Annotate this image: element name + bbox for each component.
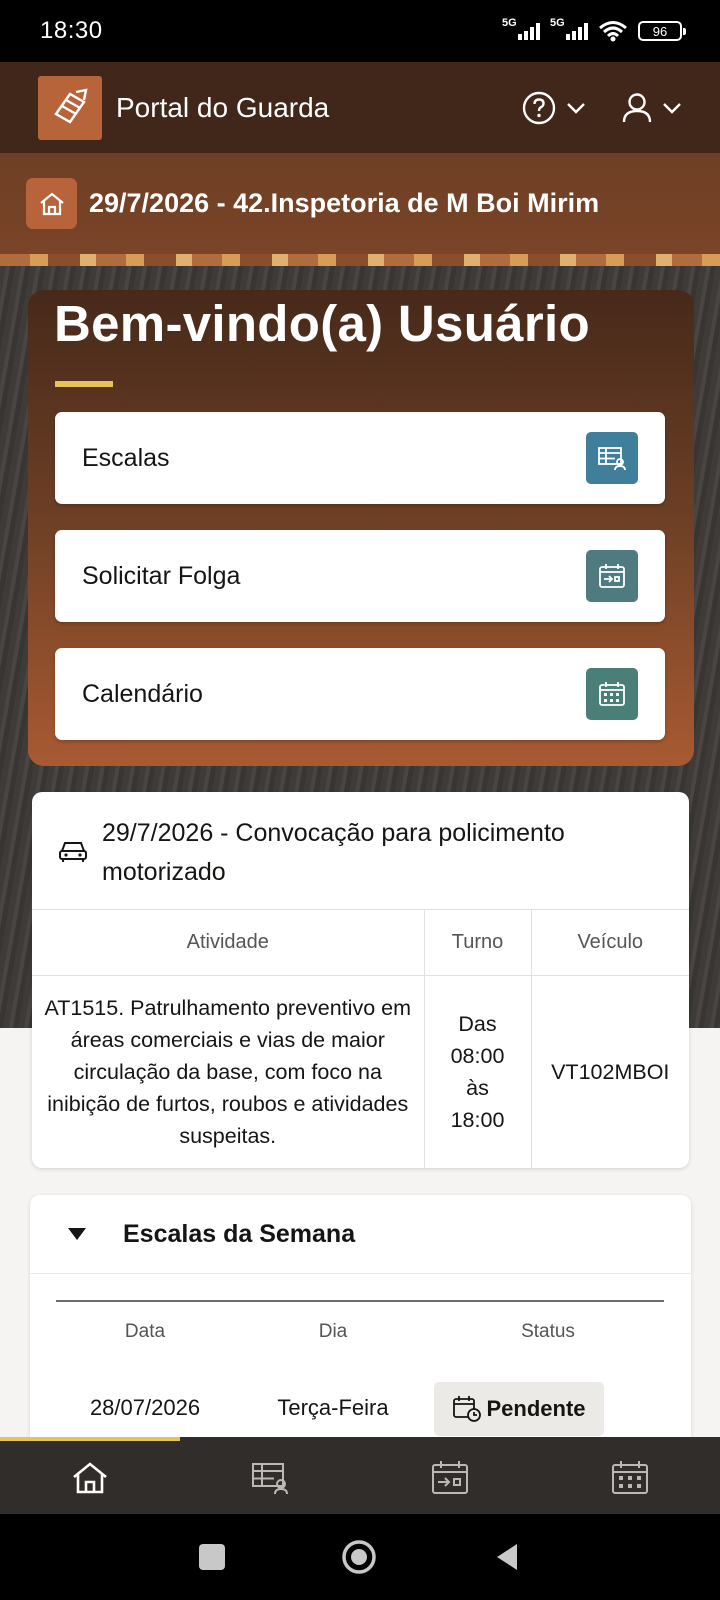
signal-icon: 5G xyxy=(502,17,540,40)
wifi-icon xyxy=(599,21,627,42)
shift-line: 08:00 xyxy=(450,1044,505,1069)
home-icon xyxy=(39,192,64,215)
app-logo[interactable] xyxy=(38,75,102,140)
status-icons: 5G 5G 96 xyxy=(502,17,686,42)
solicitar-folga-button[interactable]: Solicitar Folga xyxy=(55,530,665,622)
nav-home[interactable] xyxy=(0,1441,180,1514)
convocation-title: 29/7/2026 - Convocação para policimento … xyxy=(102,819,565,886)
table-row: AT1515. Patrulhamento preventivo em área… xyxy=(32,975,689,1168)
car-icon xyxy=(59,842,87,862)
heading-accent-bar xyxy=(55,381,113,387)
recent-apps-button[interactable] xyxy=(199,1544,225,1570)
status-text: Pendente xyxy=(486,1396,586,1421)
back-triangle-icon[interactable] xyxy=(493,1542,521,1572)
column-header: Atividade xyxy=(32,909,424,976)
weekly-schedule-title: Escalas da Semana xyxy=(123,1219,356,1248)
calendario-button[interactable]: Calendário xyxy=(55,648,665,740)
status-badge[interactable]: Pendente xyxy=(434,1382,604,1436)
nav-solicitar-folga[interactable] xyxy=(360,1441,540,1514)
breadcrumb: 29/7/2026 - 42.Inspetoria de M Boi Mirim xyxy=(0,153,720,254)
battery-icon: 96 xyxy=(638,21,686,41)
activity-cell: AT1515. Patrulhamento preventivo em área… xyxy=(44,996,412,1149)
weekly-schedule-toggle[interactable]: Escalas da Semana xyxy=(30,1195,691,1274)
network-type-label: 5G xyxy=(502,16,517,29)
help-menu-button[interactable] xyxy=(522,91,586,125)
nav-escalas[interactable] xyxy=(180,1441,360,1514)
calendar-clock-icon xyxy=(453,1396,482,1422)
chevron-down-icon xyxy=(567,102,585,114)
schedule-icon xyxy=(586,432,638,484)
signal-icon: 5G xyxy=(550,17,588,40)
calendar-transfer-icon xyxy=(432,1460,468,1494)
app-header: Portal do Guarda xyxy=(0,62,720,153)
convocation-table: Atividade Turno Veículo AT1515. Patrulha… xyxy=(32,909,689,1168)
action-label: Calendário xyxy=(82,679,203,708)
escalas-button[interactable]: Escalas xyxy=(55,412,665,504)
bottom-nav xyxy=(0,1437,720,1514)
calendar-transfer-icon xyxy=(586,550,638,602)
home-icon xyxy=(73,1461,107,1493)
convocation-header: 29/7/2026 - Convocação para policimento … xyxy=(32,792,689,910)
shift-line: 18:00 xyxy=(450,1108,505,1133)
welcome-card: Bem-vindo(a) Usuário Escalas Solicitar F… xyxy=(28,290,694,766)
system-navigation-bar xyxy=(0,1514,720,1600)
breadcrumb-title: 29/7/2026 - 42.Inspetoria de M Boi Mirim xyxy=(89,188,600,218)
column-header: Dia xyxy=(318,1321,348,1342)
weekday-cell: Terça-Feira xyxy=(277,1395,389,1420)
home-circle-icon[interactable] xyxy=(341,1539,377,1575)
status-bar: 18:30 5G 5G 96 xyxy=(0,0,720,62)
chevron-down-icon xyxy=(663,102,681,114)
decorative-band xyxy=(0,254,720,266)
date-cell: 28/07/2026 xyxy=(89,1395,201,1420)
app-title: Portal do Guarda xyxy=(116,91,330,123)
column-header: Data xyxy=(124,1321,166,1342)
column-header: Status xyxy=(521,1321,575,1342)
divider xyxy=(56,1300,664,1302)
collapse-triangle-icon xyxy=(68,1228,86,1240)
shift-cell: Das 08:00 às 18:00 xyxy=(423,975,531,1168)
shift-line: Das xyxy=(458,1012,497,1037)
action-label: Escalas xyxy=(82,443,170,472)
schedule-icon xyxy=(252,1462,288,1494)
status-time: 18:30 xyxy=(40,17,103,44)
help-icon xyxy=(522,91,556,124)
network-type-label: 5G xyxy=(550,16,565,29)
shift-line: às xyxy=(466,1076,489,1101)
welcome-heading: Bem-vindo(a) Usuário xyxy=(54,295,590,352)
home-button[interactable] xyxy=(26,178,77,229)
user-icon xyxy=(622,92,652,122)
column-header: Veículo xyxy=(530,909,689,976)
convocation-card: 29/7/2026 - Convocação para policimento … xyxy=(32,792,689,1168)
action-label: Solicitar Folga xyxy=(82,561,241,590)
logo-icon xyxy=(54,87,88,124)
calendar-grid-icon xyxy=(612,1460,648,1494)
column-header: Turno xyxy=(423,909,531,976)
calendar-grid-icon xyxy=(586,668,638,720)
battery-level: 96 xyxy=(652,23,668,39)
nav-calendario[interactable] xyxy=(540,1441,720,1514)
user-menu-button[interactable] xyxy=(622,92,682,124)
vehicle-cell: VT102MBOI xyxy=(530,975,689,1168)
